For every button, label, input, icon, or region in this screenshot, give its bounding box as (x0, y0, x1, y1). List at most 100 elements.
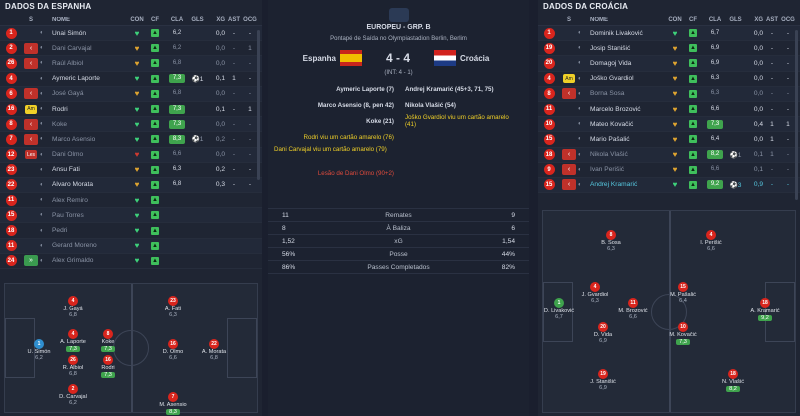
table-row[interactable]: 9 ‹ ◐ Ivan Perišić ♥ ▲ 6,6 0,1- - (538, 163, 800, 178)
pitch-player[interactable]: 7 M. Asensio 8,3 (153, 392, 193, 416)
table-row[interactable]: 18 ◐ Pedri ♥ ▲ (0, 223, 262, 239)
header-xg[interactable]: XG (743, 17, 763, 23)
table-row[interactable]: 4 Am ◐ Joško Gvardiol ♥ ▲ 6,3 0,0- - (538, 72, 800, 87)
assists: - (232, 29, 236, 37)
header-xg[interactable]: XG (205, 17, 225, 23)
header-cla[interactable]: CLA (164, 17, 190, 23)
header-s[interactable]: S (560, 17, 578, 23)
player-name[interactable]: Dani Olmo (52, 151, 128, 158)
table-row[interactable]: 2 ‹ ◐ Dani Carvajal ♥ ▲ 6,2 0,0- 1 (0, 41, 262, 57)
header-cf[interactable]: CF (684, 17, 702, 23)
player-name[interactable]: Josip Stanišić (590, 45, 666, 52)
pitch-player[interactable]: 15 M. Pašalić 6,4 (663, 282, 703, 304)
player-name[interactable]: Aymeric Laporte (52, 75, 128, 82)
player-name[interactable]: Joško Gvardiol (590, 75, 666, 82)
table-row[interactable]: 15 ‹ ◐ Andrej Kramarić ♥ ▲ 9,2 ⚽3 0,9- - (538, 177, 800, 194)
player-name[interactable]: Unai Simón (52, 30, 128, 37)
table-row[interactable]: 4 ◐ Aymeric Laporte ♥ ▲ 7,3 ⚽1 0,1 1 - (0, 72, 262, 87)
scrollbar[interactable] (795, 30, 798, 200)
player-name[interactable]: Rodri (52, 106, 128, 113)
pitch-player[interactable]: 20 D. Vida 6,9 (583, 322, 623, 344)
header-cla[interactable]: CLA (702, 17, 728, 23)
header-cf[interactable]: CF (146, 17, 164, 23)
table-row[interactable]: 1 ◐ Dominik Livaković ♥ ▲ 6,7 0,0- - (538, 26, 800, 42)
table-row[interactable]: 20 ◐ Domagoj Vida ♥ ▲ 6,9 0,0- - (538, 56, 800, 72)
player-name[interactable]: Marcelo Brozović (590, 106, 666, 113)
away-team[interactable]: Croácia (456, 54, 528, 63)
pitch-player[interactable]: 18 N. Vlašić 8,2 (713, 368, 753, 392)
pitch-player[interactable]: 4 J. Gvardiol 6,3 (575, 282, 615, 304)
header-con[interactable]: CON (666, 17, 684, 23)
pitch-player[interactable]: 23 A. Fati 6,3 (153, 295, 193, 318)
header-gls[interactable]: GLS (728, 17, 743, 23)
player-name[interactable]: Alex Grimaldo (52, 257, 128, 264)
player-name[interactable]: Pedri (52, 227, 128, 234)
pitch-player[interactable]: 19 J. Stanišić 6,9 (583, 368, 623, 391)
player-name[interactable]: José Gayá (52, 90, 128, 97)
pitch-player[interactable]: 10 M. Kovačić 7,3 (663, 322, 703, 346)
pitch-player[interactable]: 2 D. Carvajal 6,2 (53, 384, 93, 406)
table-row[interactable]: 1 ◐ Unai Simón ♥ ▲ 6,2 0,0- - (0, 26, 262, 42)
condition-heart-icon: ♥ (672, 74, 678, 84)
pitch-player[interactable]: 4 I. Perišić 6,6 (691, 229, 731, 252)
pitch-player[interactable]: 4 A. Laporte 7,3 (53, 329, 93, 353)
player-name[interactable]: Alex Remiro (52, 197, 128, 204)
player-name[interactable]: Domagoj Vida (590, 60, 666, 67)
player-name[interactable]: Borna Sosa (590, 90, 666, 97)
player-name[interactable]: Nikola Vlašić (590, 151, 666, 158)
pitch-player[interactable]: 16 D. Olmo 6,6 (153, 339, 193, 361)
table-row[interactable]: 11 ◐ Gerard Moreno ♥ ▲ (0, 238, 262, 254)
assists: - (770, 44, 774, 52)
player-name[interactable]: Ansu Fati (52, 166, 128, 173)
header-ast[interactable]: AST (225, 17, 243, 23)
player-name[interactable]: Pau Torres (52, 212, 128, 219)
table-row[interactable]: 24 » ◐ Alex Grimaldo ♥ ▲ (0, 254, 262, 269)
player-name[interactable]: Marco Asensio (52, 136, 128, 143)
scrollbar[interactable] (257, 30, 260, 180)
header-con[interactable]: CON (128, 17, 146, 23)
player-name[interactable]: Andrej Kramarić (590, 181, 666, 188)
header-ast[interactable]: AST (763, 17, 781, 23)
home-team[interactable]: Espanha (268, 54, 340, 63)
player-name[interactable]: Dominik Livaković (590, 30, 666, 37)
table-row[interactable]: 11 ◐ Marcelo Brozović ♥ ▲ 6,6 0,0- - (538, 102, 800, 118)
player-name[interactable]: Mario Pašalić (590, 136, 666, 143)
table-row[interactable]: 12 Les ◐ Dani Olmo ♥ ▲ 6,6 0,0- - (0, 147, 262, 163)
player-name[interactable]: Ivan Perišić (590, 166, 666, 173)
header-nome[interactable]: NOME (578, 17, 666, 23)
pitch-player[interactable]: 4 J. Gayá 6,8 (53, 295, 93, 318)
table-row[interactable]: 26 ‹ ◐ Raúl Albiol ♥ ▲ 6,8 0,0- - (0, 56, 262, 72)
pitch-player[interactable]: 11 M. Brozović 6,6 (613, 297, 653, 320)
pitch-player[interactable]: 8 Koke 7,3 (88, 329, 128, 353)
table-row[interactable]: 23 ◐ Ansu Fati ♥ ▲ 6,3 0,2- - (0, 163, 262, 178)
pitch-player[interactable]: 26 R. Albiol 6,8 (53, 354, 93, 377)
table-row[interactable]: 8 ‹ ◐ Borna Sosa ♥ ▲ 6,3 0,0- - (538, 86, 800, 102)
table-row[interactable]: 8 ‹ ◐ Koke ♥ ▲ 7,3 0,0- - (0, 117, 262, 133)
header-nome[interactable]: NOME (40, 17, 128, 23)
player-name[interactable]: Koke (52, 121, 128, 128)
table-row[interactable]: 11 ◐ Alex Remiro ♥ ▲ (0, 193, 262, 209)
player-name[interactable]: Raúl Albiol (52, 60, 128, 67)
table-row[interactable]: 15 ◐ Pau Torres ♥ ▲ (0, 208, 262, 224)
table-row[interactable]: 16 Am ◐ Rodri ♥ ▲ 7,3 0,1- 1 (0, 102, 262, 118)
pitch-player[interactable]: 16 Rodri 7,3 (88, 354, 128, 378)
table-row[interactable]: 22 ◐ Álvaro Morata ♥ ▲ 6,8 0,3- - (0, 177, 262, 194)
table-row[interactable]: 10 ◐ Mateo Kovačić ♥ ▲ 7,3 0,4 1 1 (538, 117, 800, 133)
table-row[interactable]: 7 ‹ ◐ Marco Asensio ♥ ▲ 8,3 ⚽1 0,2- - (0, 132, 262, 148)
player-name[interactable]: Dani Carvajal (52, 45, 128, 52)
header-gls[interactable]: GLS (190, 17, 205, 23)
pitch-player[interactable]: 1 D. Livaković 6,7 (539, 297, 579, 320)
table-row[interactable]: 18 ‹ ◐ Nikola Vlašić ♥ ▲ 8,2 ⚽1 0,1 1 - (538, 147, 800, 163)
table-row[interactable]: 15 ◐ Mario Pašalić ♥ ▲ 6,4 0,0 1 - (538, 132, 800, 148)
table-row[interactable]: 6 ‹ ◐ José Gayá ♥ ▲ 6,8 0,0- - (0, 86, 262, 102)
header-ocg[interactable]: OCG (243, 17, 257, 23)
pitch-player[interactable]: 18 A. Kramarić 9,2 (745, 297, 785, 321)
player-name[interactable]: Álvaro Morata (52, 181, 128, 188)
pitch-player[interactable]: 22 A. Morata 6,8 (194, 339, 234, 361)
header-ocg[interactable]: OCG (781, 17, 795, 23)
player-name[interactable]: Mateo Kovačić (590, 121, 666, 128)
header-s[interactable]: S (22, 17, 40, 23)
table-row[interactable]: 19 ◐ Josip Stanišić ♥ ▲ 6,9 0,0- - (538, 41, 800, 57)
pitch-player[interactable]: 8 B. Sosa 6,3 (591, 229, 631, 252)
player-name[interactable]: Gerard Moreno (52, 242, 128, 249)
